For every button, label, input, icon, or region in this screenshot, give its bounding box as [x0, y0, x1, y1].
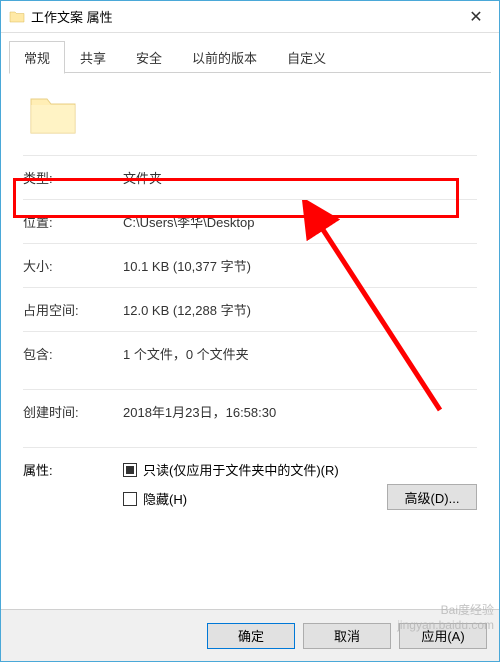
type-value: 文件夹 — [123, 168, 477, 187]
row-created: 创建时间: 2018年1月23日，16:58:30 — [23, 389, 477, 433]
row-contains: 包含: 1 个文件，0 个文件夹 — [23, 331, 477, 375]
tab-previous-versions[interactable]: 以前的版本 — [177, 41, 272, 73]
size-value: 10.1 KB (10,377 字节) — [123, 256, 477, 275]
watermark-line1: Bai度经验 — [397, 603, 494, 617]
close-icon: ✕ — [469, 7, 482, 27]
ondisk-value: 12.0 KB (12,288 字节) — [123, 300, 477, 319]
location-label: 位置: — [23, 212, 123, 231]
type-label: 类型: — [23, 168, 123, 187]
folder-large-icon — [27, 89, 79, 141]
created-value: 2018年1月23日，16:58:30 — [123, 402, 477, 421]
tab-custom[interactable]: 自定义 — [272, 41, 341, 73]
properties-window: 工作文案 属性 ✕ 常规 共享 安全 以前的版本 自定义 类型: 文件夹 位置:… — [0, 0, 500, 662]
contains-value: 1 个文件，0 个文件夹 — [123, 344, 477, 363]
readonly-label: 只读(仅应用于文件夹中的文件)(R) — [143, 460, 339, 479]
row-type: 类型: 文件夹 — [23, 155, 477, 199]
tab-strip: 常规 共享 安全 以前的版本 自定义 — [1, 33, 499, 73]
readonly-checkbox[interactable] — [123, 463, 137, 477]
watermark-line2: jingyan.baidu.com — [397, 618, 494, 632]
size-label: 大小: — [23, 256, 123, 275]
hidden-checkbox[interactable] — [123, 492, 137, 506]
close-button[interactable]: ✕ — [453, 1, 499, 33]
location-value: C:\Users\李华\Desktop — [123, 212, 477, 231]
watermark: Bai度经验 jingyan.baidu.com — [397, 603, 494, 632]
window-title: 工作文案 属性 — [31, 7, 453, 26]
ondisk-label: 占用空间: — [23, 300, 123, 319]
row-size: 大小: 10.1 KB (10,377 字节) — [23, 243, 477, 287]
tab-share[interactable]: 共享 — [65, 41, 121, 73]
row-attributes: 属性: 只读(仅应用于文件夹中的文件)(R) 隐藏(H) 高级(D)... — [23, 447, 477, 516]
row-size-on-disk: 占用空间: 12.0 KB (12,288 字节) — [23, 287, 477, 331]
advanced-button[interactable]: 高级(D)... — [387, 484, 477, 510]
tab-content: 类型: 文件夹 位置: C:\Users\李华\Desktop 大小: 10.1… — [1, 73, 499, 609]
row-location: 位置: C:\Users\李华\Desktop — [23, 199, 477, 243]
folder-icon — [9, 9, 25, 25]
titlebar: 工作文案 属性 ✕ — [1, 1, 499, 33]
cancel-button[interactable]: 取消 — [303, 623, 391, 649]
created-label: 创建时间: — [23, 402, 123, 421]
tab-general[interactable]: 常规 — [9, 41, 65, 74]
ok-button[interactable]: 确定 — [207, 623, 295, 649]
hidden-label: 隐藏(H) — [143, 489, 187, 508]
attr-label: 属性: — [23, 460, 123, 479]
readonly-checkbox-row: 只读(仅应用于文件夹中的文件)(R) — [123, 460, 477, 479]
tab-security[interactable]: 安全 — [121, 41, 177, 73]
contains-label: 包含: — [23, 344, 123, 363]
